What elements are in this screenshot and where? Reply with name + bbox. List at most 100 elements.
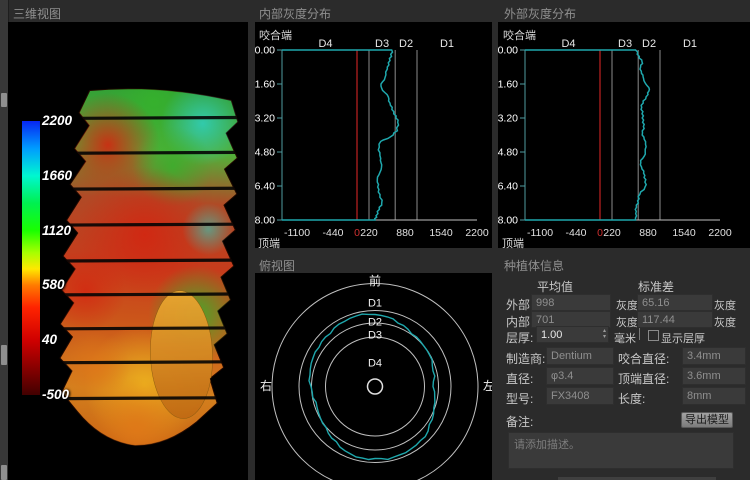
svg-text:8.00: 8.00 bbox=[498, 215, 518, 227]
svg-text:-1100: -1100 bbox=[284, 227, 310, 239]
svg-text:3.20: 3.20 bbox=[255, 113, 275, 125]
svg-text:0.00: 0.00 bbox=[255, 45, 275, 57]
svg-text:2200: 2200 bbox=[465, 227, 489, 239]
panel-title-top-view: 俯视图 bbox=[259, 257, 295, 274]
implant-3d-model[interactable] bbox=[8, 22, 248, 480]
colorbar-tick-label: 2200 bbox=[42, 113, 72, 128]
top-view-area: D1 D2D3 D4 前右 左 bbox=[255, 273, 492, 480]
svg-text:D1: D1 bbox=[368, 298, 382, 310]
3d-viewport[interactable]: 2200 1660 1120 580 40 -500 bbox=[8, 22, 248, 480]
colorbar-tick-label: 1660 bbox=[42, 168, 72, 183]
top-view-chart: D1 D2D3 D4 前右 左 bbox=[255, 273, 492, 480]
svg-text:1.60: 1.60 bbox=[498, 79, 518, 91]
mean-column-header: 平均值 bbox=[537, 278, 573, 295]
export-model-button[interactable]: 导出模型 bbox=[681, 412, 733, 428]
dock-handle[interactable] bbox=[1, 345, 7, 365]
svg-text:880: 880 bbox=[639, 227, 657, 239]
manufacturer-input[interactable] bbox=[546, 347, 614, 365]
svg-text:-440: -440 bbox=[565, 227, 586, 239]
svg-text:左: 左 bbox=[483, 378, 492, 393]
panel-title-3d-view: 三维视图 bbox=[13, 5, 61, 22]
svg-text:6.40: 6.40 bbox=[255, 181, 275, 193]
thickness-input[interactable] bbox=[536, 326, 609, 343]
dock-handle[interactable] bbox=[1, 93, 7, 107]
internal-std-input[interactable] bbox=[637, 311, 713, 328]
svg-text:D3: D3 bbox=[375, 38, 389, 50]
model-number-input[interactable] bbox=[546, 387, 614, 405]
svg-text:2200: 2200 bbox=[708, 227, 732, 239]
svg-text:0.00: 0.00 bbox=[498, 45, 518, 57]
app-window: 三维视图 bbox=[0, 0, 750, 480]
svg-text:D4: D4 bbox=[318, 38, 332, 50]
svg-text:3.20: 3.20 bbox=[498, 113, 518, 125]
spinner-arrows-icon[interactable]: ▴▾ bbox=[603, 328, 606, 340]
apex-diameter-input[interactable] bbox=[682, 367, 746, 385]
svg-text:D2: D2 bbox=[399, 38, 413, 50]
external-chart-area: D4 D3 D2 D1 0.00 1.60 3.20 4.80 6.40 8.00 -1100 -44… bbox=[498, 22, 750, 248]
svg-text:0: 0 bbox=[597, 227, 603, 239]
svg-text:8.00: 8.00 bbox=[255, 215, 275, 227]
svg-text:前: 前 bbox=[369, 273, 381, 288]
svg-text:D3: D3 bbox=[368, 330, 382, 342]
svg-text:D4: D4 bbox=[561, 38, 575, 50]
gray-unit-label: 灰度 bbox=[714, 314, 736, 330]
external-std-input[interactable] bbox=[637, 294, 713, 311]
internal-distribution-chart: D4 D3 D2 D1 0.00 1.60 3.20 4.80 6.40 8.00 -1100 -44… bbox=[255, 22, 492, 248]
manufacturer-label: 制造商: bbox=[506, 350, 545, 367]
apex-end-label: 顶端 bbox=[502, 235, 524, 251]
svg-text:1540: 1540 bbox=[429, 227, 453, 239]
std-column-header: 标准差 bbox=[638, 278, 674, 295]
gray-unit-label: 灰度 bbox=[616, 314, 638, 330]
svg-text:4.80: 4.80 bbox=[498, 147, 518, 159]
external-distribution-chart: D4 D3 D2 D1 0.00 1.60 3.20 4.80 6.40 8.00 -1100 -44… bbox=[498, 22, 750, 248]
svg-text:D3: D3 bbox=[618, 38, 632, 50]
svg-text:D4: D4 bbox=[368, 358, 382, 370]
svg-text:220: 220 bbox=[603, 227, 621, 239]
gray-unit-label: 灰度 bbox=[714, 297, 736, 313]
svg-text:1.60: 1.60 bbox=[255, 79, 275, 91]
apex-end-label: 顶端 bbox=[258, 235, 280, 251]
svg-text:880: 880 bbox=[396, 227, 414, 239]
panel-title-implant-info: 种植体信息 bbox=[504, 257, 564, 274]
millimeter-unit-label: 毫米 bbox=[614, 330, 636, 346]
length-input[interactable] bbox=[682, 387, 746, 405]
model-number-label: 型号: bbox=[506, 390, 533, 407]
svg-text:6.40: 6.40 bbox=[498, 181, 518, 193]
vertical-separator bbox=[639, 328, 640, 340]
svg-text:D1: D1 bbox=[440, 38, 454, 50]
length-label: 长度: bbox=[618, 390, 645, 407]
svg-text:1540: 1540 bbox=[672, 227, 696, 239]
description-textarea[interactable] bbox=[508, 432, 734, 469]
occlusal-end-label: 咬合端 bbox=[503, 27, 536, 43]
diameter-label: 直径: bbox=[506, 370, 533, 387]
occlusal-diameter-input[interactable] bbox=[682, 347, 746, 365]
svg-text:0: 0 bbox=[354, 227, 360, 239]
svg-text:4.80: 4.80 bbox=[255, 147, 275, 159]
panel-title-external-distribution: 外部灰度分布 bbox=[504, 5, 576, 22]
grayscale-colorbar bbox=[22, 121, 40, 395]
svg-text:-440: -440 bbox=[322, 227, 343, 239]
svg-text:D1: D1 bbox=[683, 38, 697, 50]
svg-text:D2: D2 bbox=[368, 317, 382, 329]
diameter-input[interactable] bbox=[546, 367, 614, 385]
internal-row-label: 内部 bbox=[506, 313, 530, 330]
gray-unit-label: 灰度 bbox=[616, 297, 638, 313]
apex-diameter-label: 顶端直径: bbox=[618, 370, 669, 387]
occlusal-end-label: 咬合端 bbox=[259, 27, 292, 43]
external-row-label: 外部 bbox=[506, 296, 530, 313]
internal-chart-area: D4 D3 D2 D1 0.00 1.60 3.20 4.80 6.40 8.00 -1100 -44… bbox=[255, 22, 492, 248]
thickness-label: 层厚: bbox=[506, 329, 533, 346]
panel-title-internal-distribution: 内部灰度分布 bbox=[259, 5, 331, 22]
remark-label: 备注: bbox=[506, 413, 533, 430]
colorbar-tick-label: 580 bbox=[42, 277, 65, 292]
thickness-spinner[interactable]: ▴▾ bbox=[536, 326, 609, 343]
colorbar-tick-label: -500 bbox=[42, 387, 69, 402]
svg-text:-1100: -1100 bbox=[527, 227, 553, 239]
colorbar-tick-label: 40 bbox=[42, 332, 57, 347]
svg-text:D2: D2 bbox=[642, 38, 656, 50]
show-thickness-checkbox[interactable] bbox=[648, 330, 659, 341]
dock-handle[interactable] bbox=[1, 465, 7, 480]
external-mean-input[interactable] bbox=[531, 294, 611, 311]
colorbar-tick-label: 1120 bbox=[42, 223, 71, 238]
svg-text:右: 右 bbox=[260, 378, 272, 393]
